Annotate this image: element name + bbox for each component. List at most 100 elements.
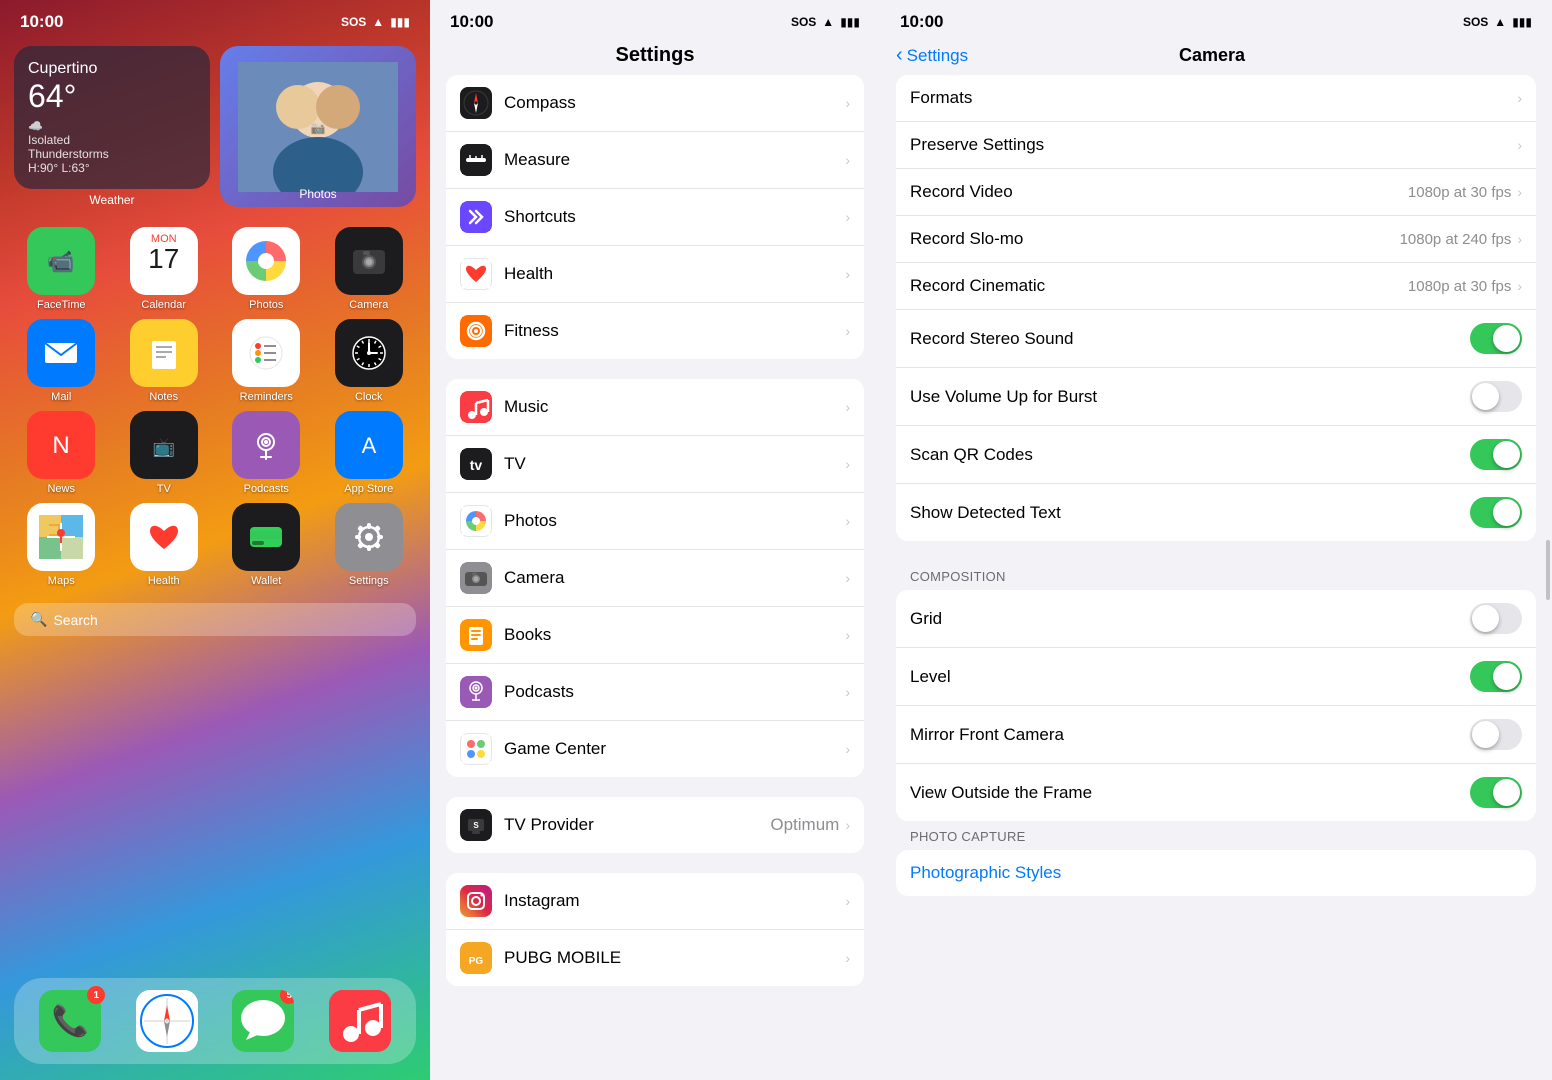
app-tv[interactable]: 📺 TV xyxy=(117,411,212,495)
preserve-chevron: › xyxy=(1517,137,1522,153)
settings-row-measure[interactable]: Measure › xyxy=(446,132,864,189)
dock-safari[interactable] xyxy=(136,990,198,1052)
gamecenter-settings-label: Game Center xyxy=(504,739,845,759)
camera-time: 10:00 xyxy=(900,12,943,32)
app-settings[interactable]: Settings xyxy=(322,503,417,587)
back-chevron-icon: ‹ xyxy=(896,44,903,67)
app-appstore[interactable]: A App Store xyxy=(322,411,417,495)
settings-app-icon xyxy=(347,515,391,559)
camera-row-scan-qr[interactable]: Scan QR Codes xyxy=(896,426,1536,484)
settings-row-camera[interactable]: Camera › xyxy=(446,550,864,607)
tvprovider-settings-label: TV Provider xyxy=(504,815,770,835)
app-reminders[interactable]: Reminders xyxy=(219,319,314,403)
camera-row-stereo-sound[interactable]: Record Stereo Sound xyxy=(896,310,1536,368)
shortcuts-chevron: › xyxy=(845,209,850,225)
camera-app-icon xyxy=(349,242,389,280)
app-camera[interactable]: Camera xyxy=(322,227,417,311)
health-label: Health xyxy=(148,575,180,587)
podcasts-settings-icon xyxy=(460,676,492,708)
battery-icon: ▮▮▮ xyxy=(390,15,410,29)
settings-row-books[interactable]: Books › xyxy=(446,607,864,664)
camera-row-record-slomo[interactable]: Record Slo-mo 1080p at 240 fps › xyxy=(896,216,1536,263)
settings-row-gamecenter[interactable]: Game Center › xyxy=(446,721,864,777)
weather-condition: ☁️IsolatedThunderstorms xyxy=(28,119,196,161)
home-screen: 10:00 SOS ▲ ▮▮▮ Cupertino 64° ☁️Isolated… xyxy=(0,0,430,1080)
photos-widget[interactable]: 📷 Photos xyxy=(220,46,416,207)
record-video-label: Record Video xyxy=(910,182,1408,202)
app-calendar[interactable]: MON 17 Calendar xyxy=(117,227,212,311)
dock-messages[interactable]: 5 xyxy=(232,990,294,1052)
camera-row-preserve[interactable]: Preserve Settings › xyxy=(896,122,1536,169)
settings-row-podcasts[interactable]: Podcasts › xyxy=(446,664,864,721)
camera-row-mirror-front[interactable]: Mirror Front Camera xyxy=(896,706,1536,764)
app-maps[interactable]: Maps xyxy=(14,503,109,587)
camera-row-photographic-styles[interactable]: Photographic Styles xyxy=(896,850,1536,896)
scan-qr-label: Scan QR Codes xyxy=(910,445,1470,465)
tvprovider-value: Optimum xyxy=(770,815,839,835)
camera-row-record-cinematic[interactable]: Record Cinematic 1080p at 30 fps › xyxy=(896,263,1536,310)
clock-app-icon xyxy=(347,331,391,375)
app-photos[interactable]: Photos xyxy=(219,227,314,311)
settings-row-compass[interactable]: Compass › xyxy=(446,75,864,132)
camera-row-volume-up[interactable]: Use Volume Up for Burst xyxy=(896,368,1536,426)
app-podcasts[interactable]: Podcasts xyxy=(219,411,314,495)
search-bar[interactable]: 🔍 Search xyxy=(14,603,416,636)
settings-group-4: Instagram › PG PUBG MOBILE › xyxy=(446,873,864,986)
dock-music[interactable] xyxy=(329,990,391,1052)
sos-label: SOS xyxy=(341,15,366,29)
calendar-day: 17 xyxy=(148,245,179,273)
app-notes[interactable]: Notes xyxy=(117,319,212,403)
camera-row-record-video[interactable]: Record Video 1080p at 30 fps › xyxy=(896,169,1536,216)
home-status-bar: 10:00 SOS ▲ ▮▮▮ xyxy=(0,0,430,36)
app-wallet[interactable]: Wallet xyxy=(219,503,314,587)
app-facetime[interactable]: 📹 FaceTime xyxy=(14,227,109,311)
record-video-chevron: › xyxy=(1517,184,1522,200)
app-mail[interactable]: Mail xyxy=(14,319,109,403)
camera-status-right: SOS ▲ ▮▮▮ xyxy=(1463,15,1532,29)
scan-qr-toggle[interactable] xyxy=(1470,439,1522,470)
app-news[interactable]: N News xyxy=(14,411,109,495)
phone-badge: 1 xyxy=(87,986,105,1004)
settings-row-tvprovider[interactable]: S TV Provider Optimum › xyxy=(446,797,864,853)
show-detected-text-toggle[interactable] xyxy=(1470,497,1522,528)
settings-row-instagram[interactable]: Instagram › xyxy=(446,873,864,930)
fitness-app-icon xyxy=(460,315,492,347)
back-to-settings-button[interactable]: ‹ Settings xyxy=(896,44,968,67)
settings-row-pubg[interactable]: PG PUBG MOBILE › xyxy=(446,930,864,986)
camera-row-formats[interactable]: Formats › xyxy=(896,75,1536,122)
settings-status-bar: 10:00 SOS ▲ ▮▮▮ xyxy=(430,0,880,36)
health-app-icon-settings xyxy=(460,258,492,290)
grid-toggle[interactable] xyxy=(1470,603,1522,634)
weather-widget[interactable]: Cupertino 64° ☁️IsolatedThunderstorms H:… xyxy=(14,46,210,189)
camera-row-grid[interactable]: Grid xyxy=(896,590,1536,648)
view-outside-toggle[interactable] xyxy=(1470,777,1522,808)
settings-row-shortcuts[interactable]: Shortcuts › xyxy=(446,189,864,246)
volume-up-toggle[interactable] xyxy=(1470,381,1522,412)
shortcuts-label: Shortcuts xyxy=(504,207,845,227)
podcasts-chevron: › xyxy=(845,684,850,700)
health-chevron: › xyxy=(845,266,850,282)
camera-row-view-outside[interactable]: View Outside the Frame xyxy=(896,764,1536,821)
dock-phone[interactable]: 📞 1 xyxy=(39,990,101,1052)
record-slomo-chevron: › xyxy=(1517,231,1522,247)
settings-row-music[interactable]: Music › xyxy=(446,379,864,436)
record-slomo-label: Record Slo-mo xyxy=(910,229,1400,249)
settings-row-tv[interactable]: tv TV › xyxy=(446,436,864,493)
app-clock[interactable]: Clock xyxy=(322,319,417,403)
weather-temp: 64° xyxy=(28,78,196,115)
music-chevron: › xyxy=(845,399,850,415)
camera-row-show-detected-text[interactable]: Show Detected Text xyxy=(896,484,1536,541)
settings-row-health[interactable]: Health › xyxy=(446,246,864,303)
mirror-front-toggle[interactable] xyxy=(1470,719,1522,750)
stereo-sound-toggle[interactable] xyxy=(1470,323,1522,354)
back-label: Settings xyxy=(907,46,968,66)
settings-status-right: SOS ▲ ▮▮▮ xyxy=(791,15,860,29)
settings-row-photos[interactable]: Photos › xyxy=(446,493,864,550)
shortcuts-app-icon xyxy=(460,201,492,233)
app-health[interactable]: Health xyxy=(117,503,212,587)
settings-row-fitness[interactable]: Fitness › xyxy=(446,303,864,359)
camera-row-level[interactable]: Level xyxy=(896,648,1536,706)
svg-text:📺: 📺 xyxy=(153,437,175,457)
fitness-chevron: › xyxy=(845,323,850,339)
level-toggle[interactable] xyxy=(1470,661,1522,692)
